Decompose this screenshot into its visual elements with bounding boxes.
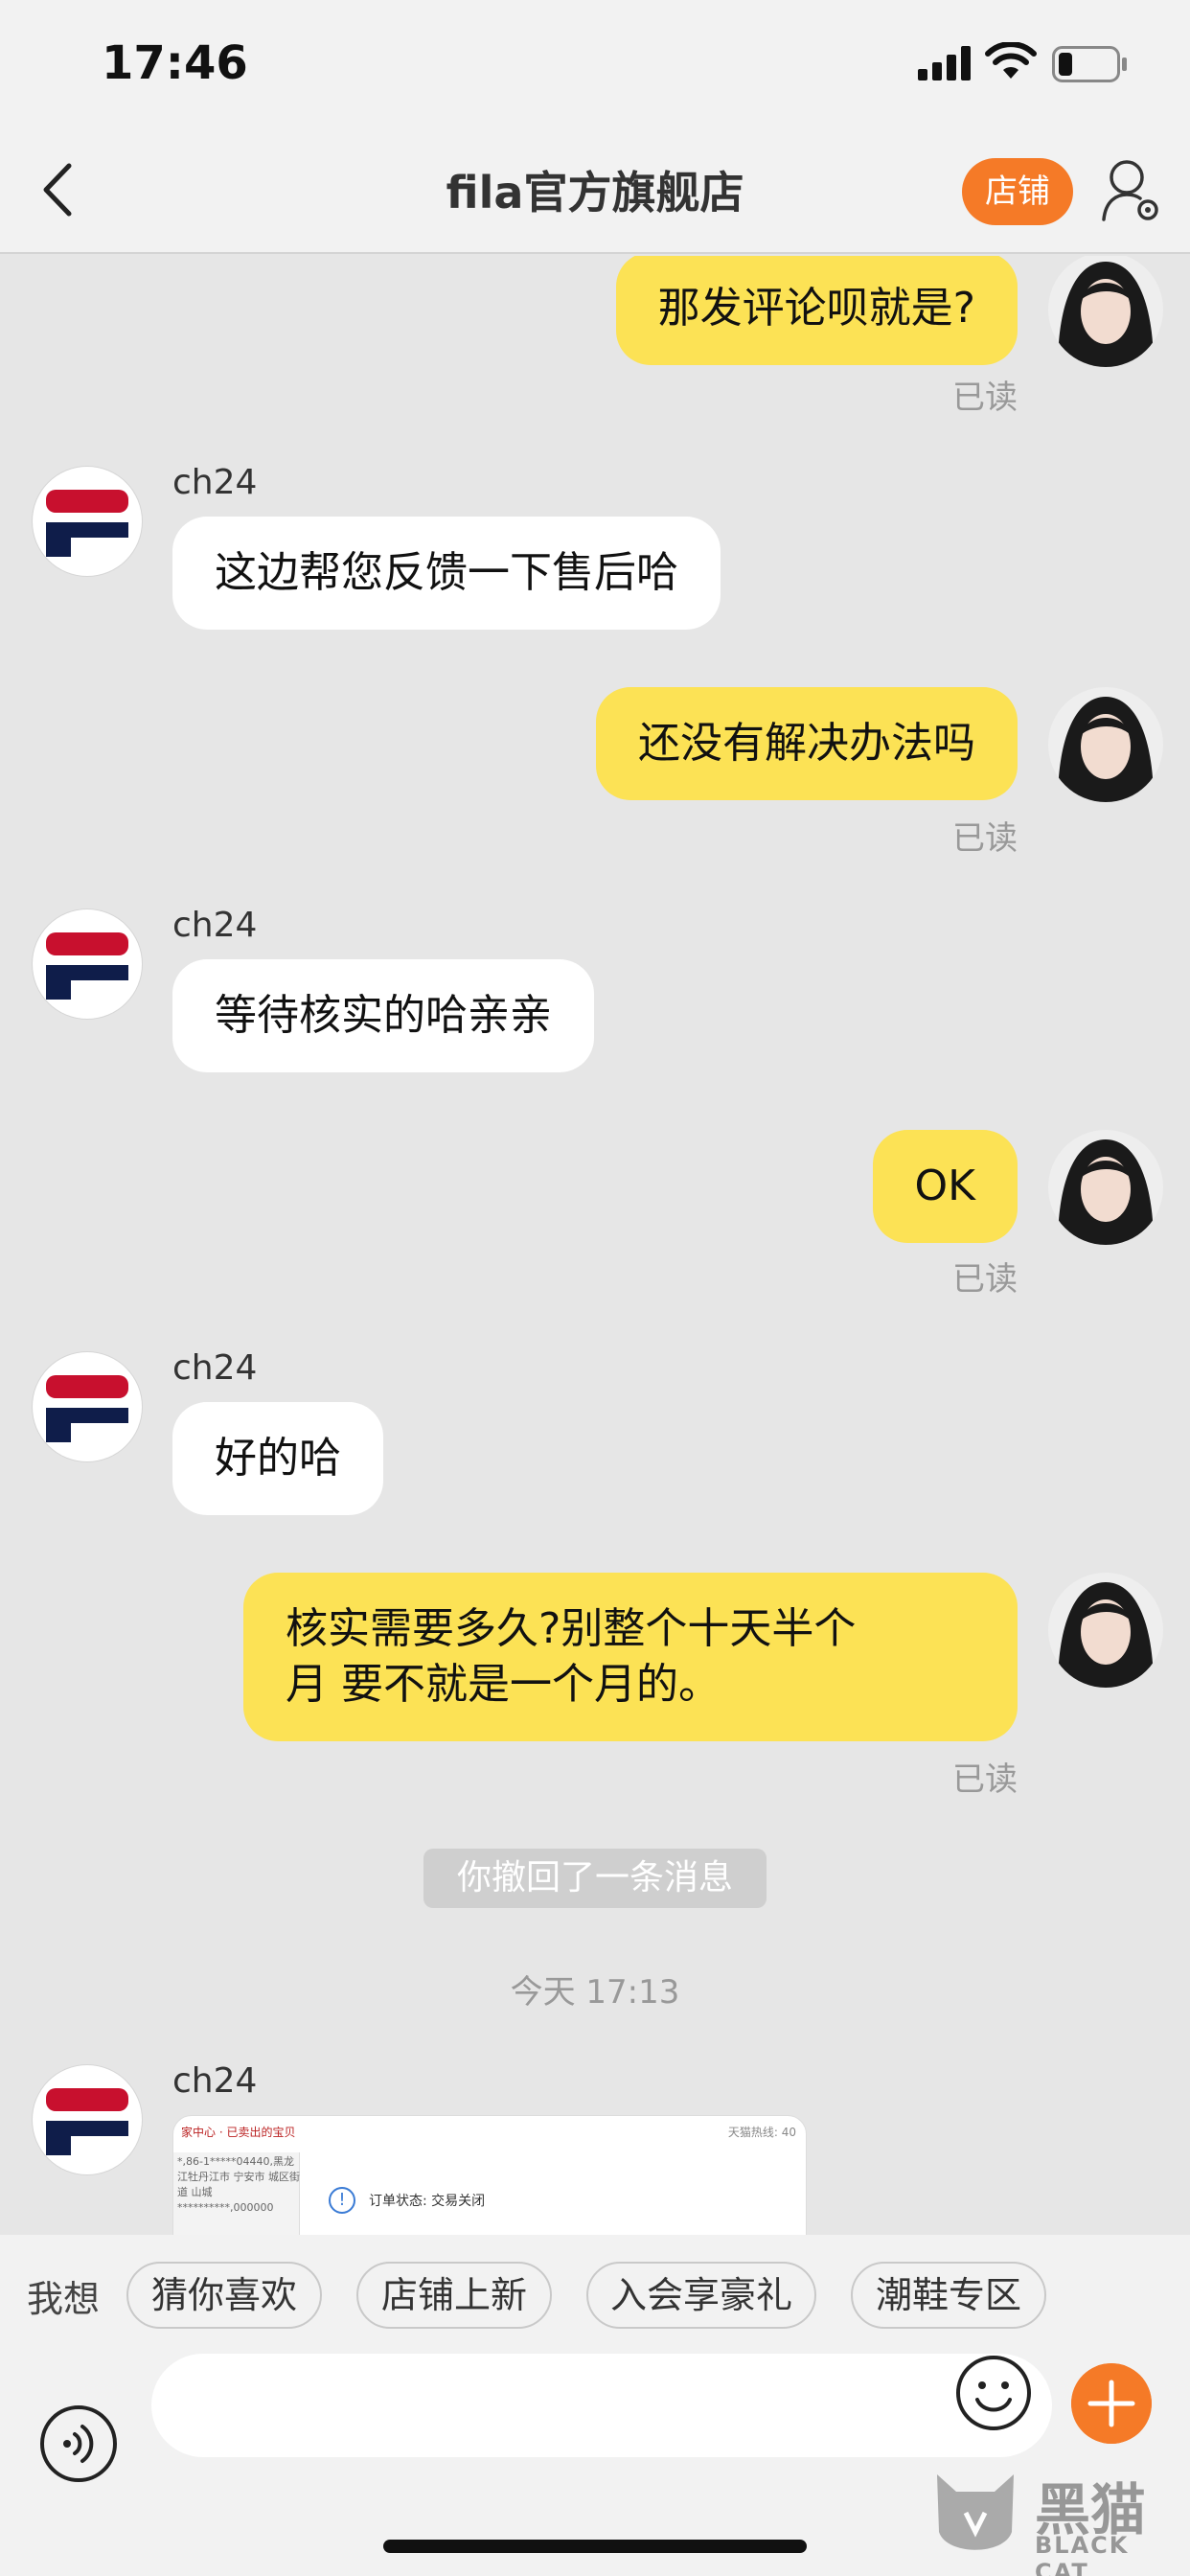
fila-logo-icon — [46, 2088, 128, 2155]
wifi-icon — [985, 42, 1037, 79]
timestamp: 今天 17:13 — [510, 1973, 680, 2012]
message-bubble-other[interactable]: 这边帮您反馈一下售后哈 — [172, 517, 721, 630]
back-button[interactable] — [29, 156, 96, 223]
avatar[interactable] — [1048, 1130, 1163, 1245]
avatar[interactable] — [33, 2065, 142, 2174]
message-input[interactable] — [151, 2354, 1052, 2457]
screenshot-hotline: 天猫热线: 40 — [727, 2126, 796, 2139]
message-bubble-self[interactable]: OK — [872, 1130, 1018, 1243]
page-title: fila官方旗舰店 — [446, 167, 744, 218]
read-status: 已读 — [952, 1260, 1018, 1299]
watermark-en: BLACK CAT — [1035, 2532, 1130, 2576]
home-indicator — [383, 2540, 807, 2553]
emoji-button[interactable] — [954, 2354, 1033, 2432]
voice-input-button[interactable] — [38, 2404, 119, 2484]
sender-name: ch24 — [172, 906, 258, 945]
avatar[interactable] — [1048, 256, 1163, 367]
input-bar: 黑猫 BLACK CAT — [0, 2354, 1190, 2576]
suggestion-label: 我想 — [27, 2278, 101, 2320]
avatar[interactable] — [33, 1352, 142, 1461]
chat-area[interactable]: 那发评论呗就是? 已读 ch24 这边帮您反馈一下售后哈 还没有解决办法吗 已读 — [0, 256, 1190, 2235]
fila-logo-icon — [46, 1375, 128, 1442]
chip-store-new[interactable]: 店铺上新 — [356, 2262, 552, 2329]
sender-name: ch24 — [172, 2061, 258, 2101]
message-bubble-self[interactable]: 核实需要多久?别整个十天半个 月 要不就是一个月的。 — [243, 1573, 1018, 1741]
user-avatar-icon — [1048, 687, 1163, 802]
screenshot-address: *,86-1*****04440,黑龙江牡丹江市 宁安市 城区街道 山城****… — [177, 2155, 300, 2214]
avatar[interactable] — [1048, 1573, 1163, 1688]
battery-icon — [1052, 46, 1127, 82]
read-status: 已读 — [952, 1760, 1018, 1799]
read-status: 已读 — [952, 379, 1018, 417]
user-settings-icon[interactable] — [1100, 156, 1163, 225]
image-message[interactable]: 家中心 · 已卖出的宝贝 天猫热线: 40 *,86-1*****04440,黑… — [172, 2115, 807, 2235]
avatar[interactable] — [33, 909, 142, 1019]
cellular-signal-icon — [918, 46, 971, 80]
watermark: 黑猫 BLACK CAT — [927, 2465, 1180, 2576]
more-options-button[interactable] — [1071, 2363, 1152, 2444]
avatar[interactable] — [33, 467, 142, 576]
message-bubble-other[interactable]: 好的哈 — [172, 1402, 383, 1515]
message-bubble-self[interactable]: 那发评论呗就是? — [615, 256, 1018, 365]
suggestion-bar: 我想 猜你喜欢 店铺上新 入会享豪礼 潮鞋专区 — [0, 2235, 1190, 2354]
fila-logo-icon — [46, 490, 128, 557]
avatar[interactable] — [1048, 687, 1163, 802]
screenshot-order-status: 订单状态: 交易关闭 — [369, 2194, 486, 2209]
store-button[interactable]: 店铺 — [962, 158, 1073, 225]
sender-name: ch24 — [172, 463, 258, 502]
chip-trendy-shoes[interactable]: 潮鞋专区 — [851, 2262, 1046, 2329]
black-cat-logo-icon — [937, 2474, 1014, 2550]
recalled-message-notice: 你撤回了一条消息 — [423, 1849, 767, 1908]
user-avatar-icon — [1048, 1573, 1163, 1688]
chip-guess-you-like[interactable]: 猜你喜欢 — [126, 2262, 322, 2329]
read-status: 已读 — [952, 819, 1018, 858]
nav-bar: fila官方旗舰店 店铺 — [0, 129, 1190, 254]
status-time: 17:46 — [102, 36, 248, 90]
user-avatar-icon — [1048, 1130, 1163, 1245]
message-bubble-other[interactable]: 等待核实的哈亲亲 — [172, 959, 594, 1072]
message-bubble-self[interactable]: 还没有解决办法吗 — [596, 687, 1018, 800]
user-avatar-icon — [1048, 256, 1163, 367]
screenshot-header: 家中心 · 已卖出的宝贝 — [181, 2126, 296, 2139]
info-icon: ! — [329, 2187, 355, 2214]
sender-name: ch24 — [172, 1348, 258, 1388]
status-bar: 17:46 — [0, 0, 1190, 129]
chip-membership-gift[interactable]: 入会享豪礼 — [586, 2262, 816, 2329]
fila-logo-icon — [46, 932, 128, 1000]
screenshot-sidebar: *,86-1*****04440,黑龙江牡丹江市 宁安市 城区街道 山城****… — [173, 2152, 300, 2235]
